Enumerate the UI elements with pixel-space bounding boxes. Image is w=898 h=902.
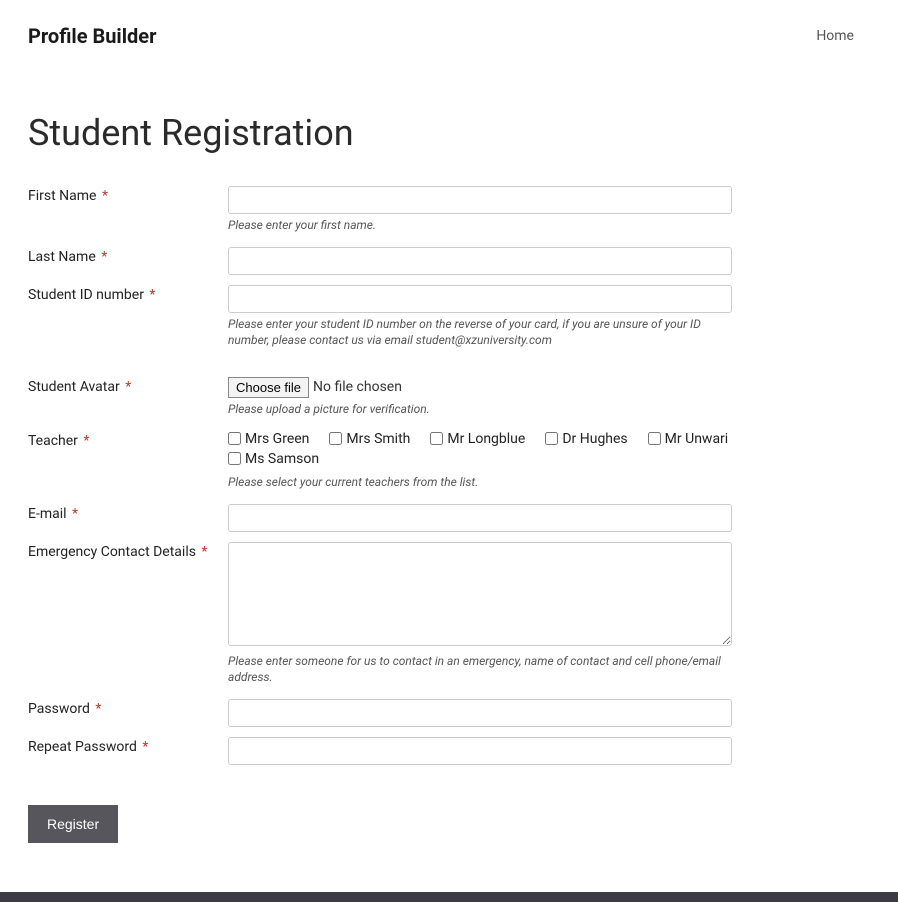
nav-home-link[interactable]: Home xyxy=(816,28,854,44)
field-col: Mrs Green Mrs Smith Mr Longblue Dr Hughe… xyxy=(228,431,732,490)
required-star: * xyxy=(142,739,148,755)
required-star: * xyxy=(201,544,207,560)
field-col: Choose file No file chosen Please upload… xyxy=(228,377,732,417)
teacher-checkbox[interactable] xyxy=(648,432,661,445)
help-avatar: Please upload a picture for verification… xyxy=(228,401,732,417)
site-header: Profile Builder Home xyxy=(0,0,898,72)
teacher-label: Dr Hughes xyxy=(562,431,627,447)
label-first-name: First Name * xyxy=(28,186,228,204)
label-text: Teacher xyxy=(28,433,78,449)
teacher-label: Mrs Green xyxy=(245,431,309,447)
page-title: Student Registration xyxy=(28,112,732,154)
email-input[interactable] xyxy=(228,504,732,532)
required-star: * xyxy=(101,249,107,265)
required-star: * xyxy=(83,433,89,449)
help-first-name: Please enter your first name. xyxy=(228,217,732,233)
row-avatar: Student Avatar * Choose file No file cho… xyxy=(28,377,732,417)
required-star: * xyxy=(149,287,155,303)
field-col xyxy=(228,247,732,275)
label-text: Last Name xyxy=(28,249,96,265)
teacher-option[interactable]: Ms Samson xyxy=(228,451,732,467)
label-text: E-mail xyxy=(28,506,67,522)
last-name-input[interactable] xyxy=(228,247,732,275)
label-text: Student Avatar xyxy=(28,379,120,395)
required-star: * xyxy=(125,379,131,395)
emergency-textarea[interactable] xyxy=(228,542,732,646)
teacher-checkbox[interactable] xyxy=(545,432,558,445)
label-text: First Name xyxy=(28,188,96,204)
register-button[interactable]: Register xyxy=(28,805,118,843)
row-email: E-mail * xyxy=(28,504,732,532)
teacher-option[interactable]: Mr Unwari xyxy=(648,431,729,447)
password-input[interactable] xyxy=(228,699,732,727)
required-star: * xyxy=(102,188,108,204)
required-star: * xyxy=(95,701,101,717)
site-title: Profile Builder xyxy=(28,24,156,48)
file-input-wrap: Choose file No file chosen xyxy=(228,377,732,398)
teacher-checkbox-group: Mrs Green Mrs Smith Mr Longblue Dr Hughe… xyxy=(228,431,732,471)
first-name-input[interactable] xyxy=(228,186,732,214)
field-col xyxy=(228,699,732,727)
row-first-name: First Name * Please enter your first nam… xyxy=(28,186,732,233)
help-emergency: Please enter someone for us to contact i… xyxy=(228,653,732,685)
label-email: E-mail * xyxy=(28,504,228,522)
repeat-password-input[interactable] xyxy=(228,737,732,765)
label-password: Password * xyxy=(28,699,228,717)
main-container: Student Registration First Name * Please… xyxy=(0,112,760,843)
field-col: Please enter someone for us to contact i… xyxy=(228,542,732,685)
teacher-option[interactable]: Mrs Green xyxy=(228,431,309,447)
label-teacher: Teacher * xyxy=(28,431,228,449)
teacher-checkbox[interactable] xyxy=(430,432,443,445)
teacher-checkbox[interactable] xyxy=(228,452,241,465)
field-col xyxy=(228,504,732,532)
row-last-name: Last Name * xyxy=(28,247,732,275)
label-last-name: Last Name * xyxy=(28,247,228,265)
label-student-id: Student ID number * xyxy=(28,285,228,303)
label-text: Repeat Password xyxy=(28,739,137,755)
help-teacher: Please select your current teachers from… xyxy=(228,474,732,490)
teacher-option[interactable]: Mr Longblue xyxy=(430,431,525,447)
row-repeat-password: Repeat Password * xyxy=(28,737,732,765)
required-star: * xyxy=(72,506,78,522)
label-text: Emergency Contact Details xyxy=(28,544,196,560)
file-status-text: No file chosen xyxy=(313,379,402,395)
teacher-checkbox[interactable] xyxy=(329,432,342,445)
row-password: Password * xyxy=(28,699,732,727)
teacher-label: Mr Longblue xyxy=(447,431,525,447)
row-teacher: Teacher * Mrs Green Mrs Smith Mr Longblu… xyxy=(28,431,732,490)
label-avatar: Student Avatar * xyxy=(28,377,228,395)
teacher-option[interactable]: Dr Hughes xyxy=(545,431,627,447)
field-col xyxy=(228,737,732,765)
field-col: Please enter your first name. xyxy=(228,186,732,233)
student-id-input[interactable] xyxy=(228,285,732,313)
footer-bar xyxy=(0,892,898,902)
row-emergency: Emergency Contact Details * Please enter… xyxy=(28,542,732,685)
choose-file-button[interactable]: Choose file xyxy=(228,377,309,398)
teacher-label: Ms Samson xyxy=(245,451,319,467)
help-student-id: Please enter your student ID number on t… xyxy=(228,316,732,348)
teacher-label: Mrs Smith xyxy=(346,431,410,447)
label-text: Student ID number xyxy=(28,287,144,303)
row-student-id: Student ID number * Please enter your st… xyxy=(28,285,732,348)
label-emergency: Emergency Contact Details * xyxy=(28,542,228,560)
label-repeat-password: Repeat Password * xyxy=(28,737,228,755)
teacher-checkbox[interactable] xyxy=(228,432,241,445)
label-text: Password xyxy=(28,701,90,717)
field-col: Please enter your student ID number on t… xyxy=(228,285,732,348)
teacher-label: Mr Unwari xyxy=(665,431,729,447)
teacher-option[interactable]: Mrs Smith xyxy=(329,431,410,447)
